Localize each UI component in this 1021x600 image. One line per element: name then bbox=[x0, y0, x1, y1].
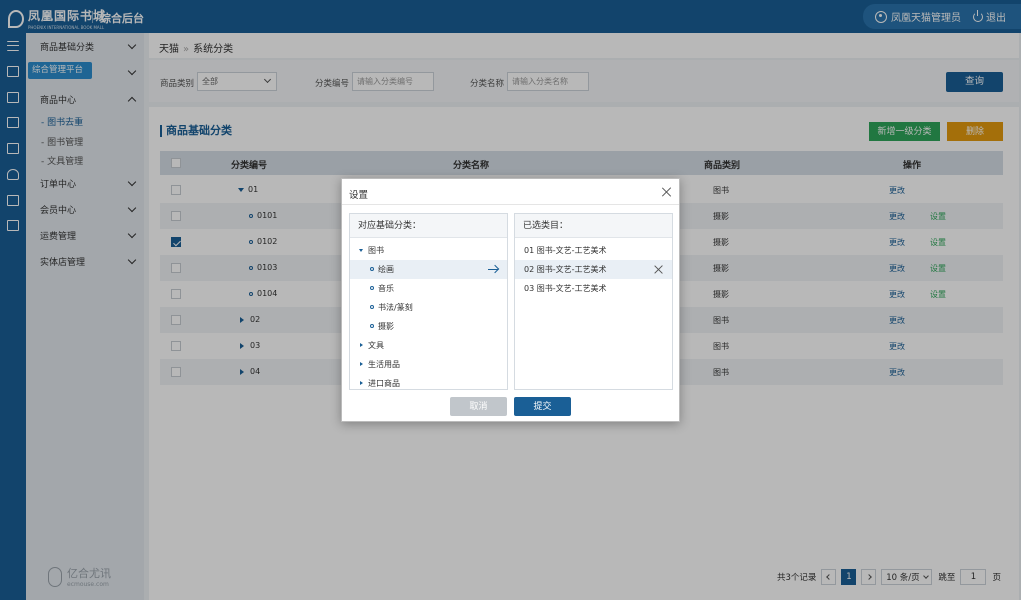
tree-item-label: 音乐 bbox=[378, 284, 394, 293]
selected-title: 已选类目： bbox=[515, 214, 672, 238]
settings-dialog: 设置 对应基础分类： 图书 绘画 音乐 书法/篆刻 摄影 文具 生活用品 进口商… bbox=[341, 178, 680, 422]
tree-item-label: 文具 bbox=[368, 341, 384, 350]
caret-right-icon[interactable] bbox=[360, 362, 363, 366]
tree-item-label: 书法/篆刻 bbox=[378, 303, 413, 312]
close-icon[interactable] bbox=[661, 187, 671, 197]
tree-item-label: 进口商品 bbox=[368, 379, 400, 388]
tree-item-label: 摄影 bbox=[378, 322, 394, 331]
selected-item[interactable]: 01 图书-文艺-工艺美术 bbox=[515, 241, 672, 260]
selected-item-label: 02 图书-文艺-工艺美术 bbox=[524, 265, 607, 274]
selected-item[interactable]: 02 图书-文艺-工艺美术 bbox=[515, 260, 672, 279]
tree-item[interactable]: 书法/篆刻 bbox=[350, 298, 507, 317]
submit-button[interactable]: 提交 bbox=[514, 397, 571, 416]
tree-node-icon bbox=[370, 267, 374, 271]
tree-node-icon bbox=[370, 305, 374, 309]
caret-down-icon[interactable] bbox=[359, 249, 363, 252]
close-icon[interactable] bbox=[654, 265, 663, 274]
tree-item[interactable]: 摄影 bbox=[350, 317, 507, 336]
tree-item-label: 绘画 bbox=[378, 265, 394, 274]
arrow-right-icon[interactable] bbox=[488, 269, 498, 271]
cancel-button[interactable]: 取消 bbox=[450, 397, 507, 416]
dialog-title: 设置 bbox=[349, 190, 369, 201]
tree-item[interactable]: 文具 bbox=[350, 336, 507, 355]
caret-right-icon[interactable] bbox=[360, 343, 363, 347]
caret-right-icon[interactable] bbox=[360, 381, 363, 385]
tree-item[interactable]: 生活用品 bbox=[350, 355, 507, 374]
tree-node-icon bbox=[370, 286, 374, 290]
tree-item[interactable]: 图书 bbox=[350, 241, 507, 260]
selected-category-list: 已选类目： 01 图书-文艺-工艺美术 02 图书-文艺-工艺美术 03 图书-… bbox=[514, 213, 673, 390]
tree-item[interactable]: 绘画 bbox=[350, 260, 507, 279]
tree-item[interactable]: 进口商品 bbox=[350, 374, 507, 389]
base-category-tree: 对应基础分类： 图书 绘画 音乐 书法/篆刻 摄影 文具 生活用品 进口商品 bbox=[349, 213, 508, 390]
tree-item[interactable]: 音乐 bbox=[350, 279, 507, 298]
tree-title: 对应基础分类： bbox=[350, 214, 507, 238]
selected-item[interactable]: 03 图书-文艺-工艺美术 bbox=[515, 279, 672, 298]
tree-item-label: 生活用品 bbox=[368, 360, 400, 369]
tree-node-icon bbox=[370, 324, 374, 328]
dialog-header: 设置 bbox=[342, 179, 679, 205]
tree-item-label: 图书 bbox=[368, 246, 384, 255]
